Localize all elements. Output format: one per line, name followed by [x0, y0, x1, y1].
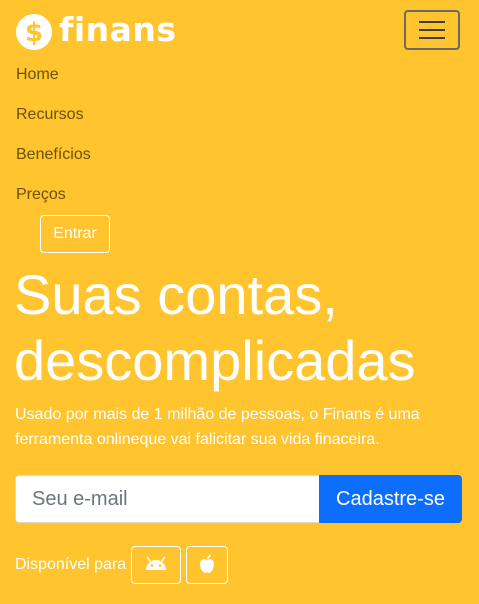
dollar-coin-icon: $ [16, 14, 52, 50]
signup-button[interactable]: Cadastre-se [319, 475, 462, 523]
hero-title: Suas contas, descomplicadas [14, 262, 474, 394]
android-icon [144, 556, 168, 575]
apple-download-button[interactable] [186, 546, 229, 584]
nav-links: Home Recursos Benefícios Preços [16, 56, 91, 216]
nav-link-recursos[interactable]: Recursos [16, 96, 91, 136]
apple-icon [198, 554, 216, 577]
hamburger-menu-icon [419, 21, 445, 23]
brand-logo[interactable]: $ finans [16, 10, 177, 51]
nav-link-precos[interactable]: Preços [16, 176, 91, 216]
hero-title-line-2: descomplicadas [14, 329, 416, 392]
login-button[interactable]: Entrar [40, 215, 110, 253]
availability-row: Disponível para [15, 546, 229, 584]
svg-text:$: $ [25, 18, 43, 48]
hero-title-line-1: Suas contas, [14, 263, 338, 326]
signup-form: Cadastre-se [15, 475, 462, 523]
email-input[interactable] [15, 475, 319, 523]
android-download-button[interactable] [131, 546, 182, 584]
availability-label: Disponível para [15, 556, 127, 573]
navbar-toggler-button[interactable] [404, 10, 460, 50]
hero-description: Usado por mais de 1 milhão de pessoas, o… [15, 406, 420, 448]
brand-name: finans [59, 10, 177, 49]
nav-link-home[interactable]: Home [16, 56, 91, 96]
nav-link-beneficios[interactable]: Benefícios [16, 136, 91, 176]
navbar: $ finans Home Recursos Benefícios Preços [0, 0, 479, 203]
